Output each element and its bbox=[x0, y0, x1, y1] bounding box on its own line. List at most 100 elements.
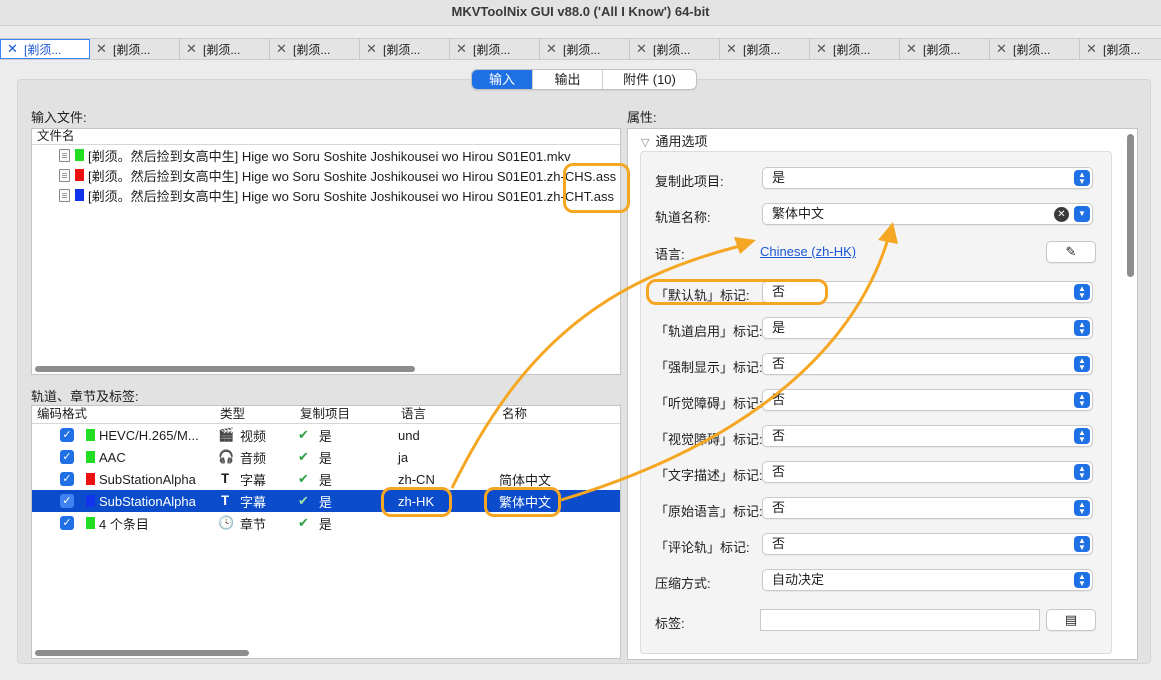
document-tab[interactable]: ✕ [剃须... bbox=[90, 39, 180, 59]
input-files-list[interactable]: 文件名 [剃须。然后捡到女高中生] Hige wo Soru Soshite J… bbox=[31, 128, 621, 375]
checkmark-icon: ✔ bbox=[298, 471, 309, 486]
copy-checkbox[interactable]: ✓ bbox=[60, 494, 74, 508]
close-tab-icon[interactable]: ✕ bbox=[546, 41, 558, 57]
copy-item-select[interactable]: 是 ▲ ▼ bbox=[762, 167, 1093, 189]
column-name[interactable]: 名称 bbox=[497, 406, 617, 423]
horizontal-scrollbar[interactable] bbox=[35, 366, 415, 372]
track-row[interactable]: ✓ HEVC/H.265/M... 🎬 视频 ✔ 是 und bbox=[32, 424, 620, 446]
document-tab[interactable]: ✕ [剃须... bbox=[990, 39, 1080, 59]
tab-label: [剃须... bbox=[203, 42, 241, 57]
commentary-flag-value: 否 bbox=[772, 536, 786, 551]
close-tab-icon[interactable]: ✕ bbox=[726, 41, 738, 57]
forced-flag-select[interactable]: 否 ▲ ▼ bbox=[762, 353, 1093, 375]
document-tab[interactable]: ✕ [剃须... bbox=[630, 39, 720, 59]
tab-label: [剃须... bbox=[1103, 42, 1141, 57]
tracks-list[interactable]: 编码格式 类型 复制项目 语言 名称 ✓ HEVC/H.265/M... 🎬 视频 ✔ 是… bbox=[31, 405, 621, 659]
close-tab-icon[interactable]: ✕ bbox=[996, 41, 1008, 57]
color-swatch bbox=[75, 189, 84, 201]
document-tab[interactable]: ✕ [剃须... bbox=[0, 39, 90, 59]
close-tab-icon[interactable]: ✕ bbox=[366, 41, 378, 57]
horizontal-scrollbar[interactable] bbox=[35, 650, 249, 656]
document-tab[interactable]: ✕ [剃须... bbox=[1080, 39, 1161, 59]
tab-attachments[interactable]: 附件 (10) bbox=[603, 70, 696, 89]
headphones-icon: 🎧 bbox=[218, 449, 235, 464]
document-tab[interactable]: ✕ [剃须... bbox=[360, 39, 450, 59]
track-copy: 是 bbox=[318, 428, 332, 444]
tab-input[interactable]: 输入 bbox=[472, 70, 533, 89]
commentary-flag-select[interactable]: 否 ▲ ▼ bbox=[762, 533, 1093, 555]
close-tab-icon[interactable]: ✕ bbox=[636, 41, 648, 57]
copy-checkbox[interactable]: ✓ bbox=[60, 516, 74, 530]
vertical-scrollbar[interactable] bbox=[1127, 134, 1134, 277]
track-row[interactable]: ✓ AAC 🎧 音频 ✔ 是 ja bbox=[32, 446, 620, 468]
tab-bar: ✕ [剃须... ✕ [剃须... ✕ [剃须... ✕ [剃须... ✕ [剃须... ✕ [剃须.… bbox=[0, 38, 1161, 60]
close-tab-icon[interactable]: ✕ bbox=[1086, 41, 1098, 57]
close-tab-icon[interactable]: ✕ bbox=[906, 41, 918, 57]
close-tab-icon[interactable]: ✕ bbox=[96, 41, 108, 57]
hearing-flag-select[interactable]: 否 ▲ ▼ bbox=[762, 389, 1093, 411]
color-swatch bbox=[86, 473, 95, 485]
original-flag-select[interactable]: 否 ▲ ▼ bbox=[762, 497, 1093, 519]
track-copy-cell: ✔ 是 bbox=[295, 514, 396, 533]
column-language[interactable]: 语言 bbox=[396, 406, 497, 423]
track-row[interactable]: ✓ SubStationAlpha 𝐓 字幕 ✔ 是 zh-HK 繁体中文 bbox=[32, 490, 620, 512]
text-desc-flag-label: 「文字描述」标记: bbox=[655, 468, 763, 483]
copy-checkbox[interactable]: ✓ bbox=[60, 472, 74, 486]
document-tab[interactable]: ✕ [剃须... bbox=[900, 39, 990, 59]
document-tab[interactable]: ✕ [剃须... bbox=[450, 39, 540, 59]
tab-output[interactable]: 输出 bbox=[533, 70, 603, 89]
updown-icon: ▲ ▼ bbox=[1074, 392, 1090, 408]
document-tab[interactable]: ✕ [剃须... bbox=[720, 39, 810, 59]
copy-checkbox[interactable]: ✓ bbox=[60, 450, 74, 464]
track-copy-cell: ✔ 是 bbox=[295, 426, 396, 445]
text-desc-flag-value: 否 bbox=[772, 464, 786, 479]
track-row[interactable]: ✓ SubStationAlpha 𝐓 字幕 ✔ 是 zh-CN 简体中文 bbox=[32, 468, 620, 490]
track-copy-cell: ✔ 是 bbox=[295, 448, 396, 467]
document-tab[interactable]: ✕ [剃须... bbox=[270, 39, 360, 59]
section-general-options[interactable]: ▽ 通用选项 bbox=[641, 131, 707, 150]
tags-input[interactable] bbox=[760, 609, 1040, 631]
file-row[interactable]: [剃须。然后捡到女高中生] Hige wo Soru Soshite Joshi… bbox=[32, 145, 620, 165]
file-row[interactable]: [剃须。然后捡到女高中生] Hige wo Soru Soshite Joshi… bbox=[32, 185, 620, 205]
edit-language-button[interactable]: ✎ bbox=[1046, 241, 1096, 263]
track-row[interactable]: ✓ 4 个条目 🕓 章节 ✔ 是 bbox=[32, 512, 620, 534]
track-name-combo[interactable]: 繁体中文 ✕ ▼ bbox=[762, 203, 1093, 225]
text-desc-flag-select[interactable]: 否 ▲ ▼ bbox=[762, 461, 1093, 483]
language-link[interactable]: Chinese (zh-HK) bbox=[760, 244, 856, 259]
track-codec-cell: ✓ HEVC/H.265/M... bbox=[32, 428, 215, 443]
close-tab-icon[interactable]: ✕ bbox=[7, 41, 19, 57]
document-tab[interactable]: ✕ [剃须... bbox=[540, 39, 630, 59]
close-tab-icon[interactable]: ✕ bbox=[186, 41, 198, 57]
file-name: [剃须。然后捡到女高中生] Hige wo Soru Soshite Joshi… bbox=[88, 168, 617, 184]
compression-select[interactable]: 自动决定 ▲ ▼ bbox=[762, 569, 1093, 591]
filename-column-header[interactable]: 文件名 bbox=[32, 129, 620, 145]
close-tab-icon[interactable]: ✕ bbox=[456, 41, 468, 57]
browse-tags-button[interactable]: ▤ bbox=[1046, 609, 1096, 631]
updown-icon: ▲ ▼ bbox=[1074, 356, 1090, 372]
file-row[interactable]: [剃须。然后捡到女高中生] Hige wo Soru Soshite Joshi… bbox=[32, 165, 620, 185]
copy-checkbox[interactable]: ✓ bbox=[60, 428, 74, 442]
track-copy: 是 bbox=[318, 494, 332, 510]
document-tab[interactable]: ✕ [剃须... bbox=[180, 39, 270, 59]
properties-panel: ▽ 通用选项 复制此项目: 是 ▲ ▼ 轨道名称: 繁体中文 ✕ ▼ 语言: Chines… bbox=[627, 128, 1138, 660]
default-flag-label: 「默认轨」标记: bbox=[655, 288, 750, 303]
column-codec[interactable]: 编码格式 bbox=[32, 406, 215, 423]
properties-label: 属性: bbox=[627, 110, 657, 125]
close-tab-icon[interactable]: ✕ bbox=[816, 41, 828, 57]
document-tab[interactable]: ✕ [剃须... bbox=[810, 39, 900, 59]
tab-label: [剃须... bbox=[473, 42, 511, 57]
column-copy[interactable]: 复制项目 bbox=[295, 406, 396, 423]
chevron-down-icon[interactable]: ▼ bbox=[1074, 206, 1090, 222]
column-type[interactable]: 类型 bbox=[215, 406, 295, 423]
text-cursor-icon: 𝐓 bbox=[220, 493, 230, 508]
updown-icon: ▲ ▼ bbox=[1074, 170, 1090, 186]
visual-flag-select[interactable]: 否 ▲ ▼ bbox=[762, 425, 1093, 447]
original-flag-value: 否 bbox=[772, 500, 786, 515]
enabled-flag-value: 是 bbox=[772, 320, 786, 335]
default-flag-select[interactable]: 否 ▲ ▼ bbox=[762, 281, 1093, 303]
track-type-cell: 𝐓 字幕 bbox=[215, 470, 295, 489]
forced-flag-label: 「强制显示」标记: bbox=[655, 360, 763, 375]
close-tab-icon[interactable]: ✕ bbox=[276, 41, 288, 57]
enabled-flag-select[interactable]: 是 ▲ ▼ bbox=[762, 317, 1093, 339]
clear-icon[interactable]: ✕ bbox=[1054, 207, 1069, 222]
